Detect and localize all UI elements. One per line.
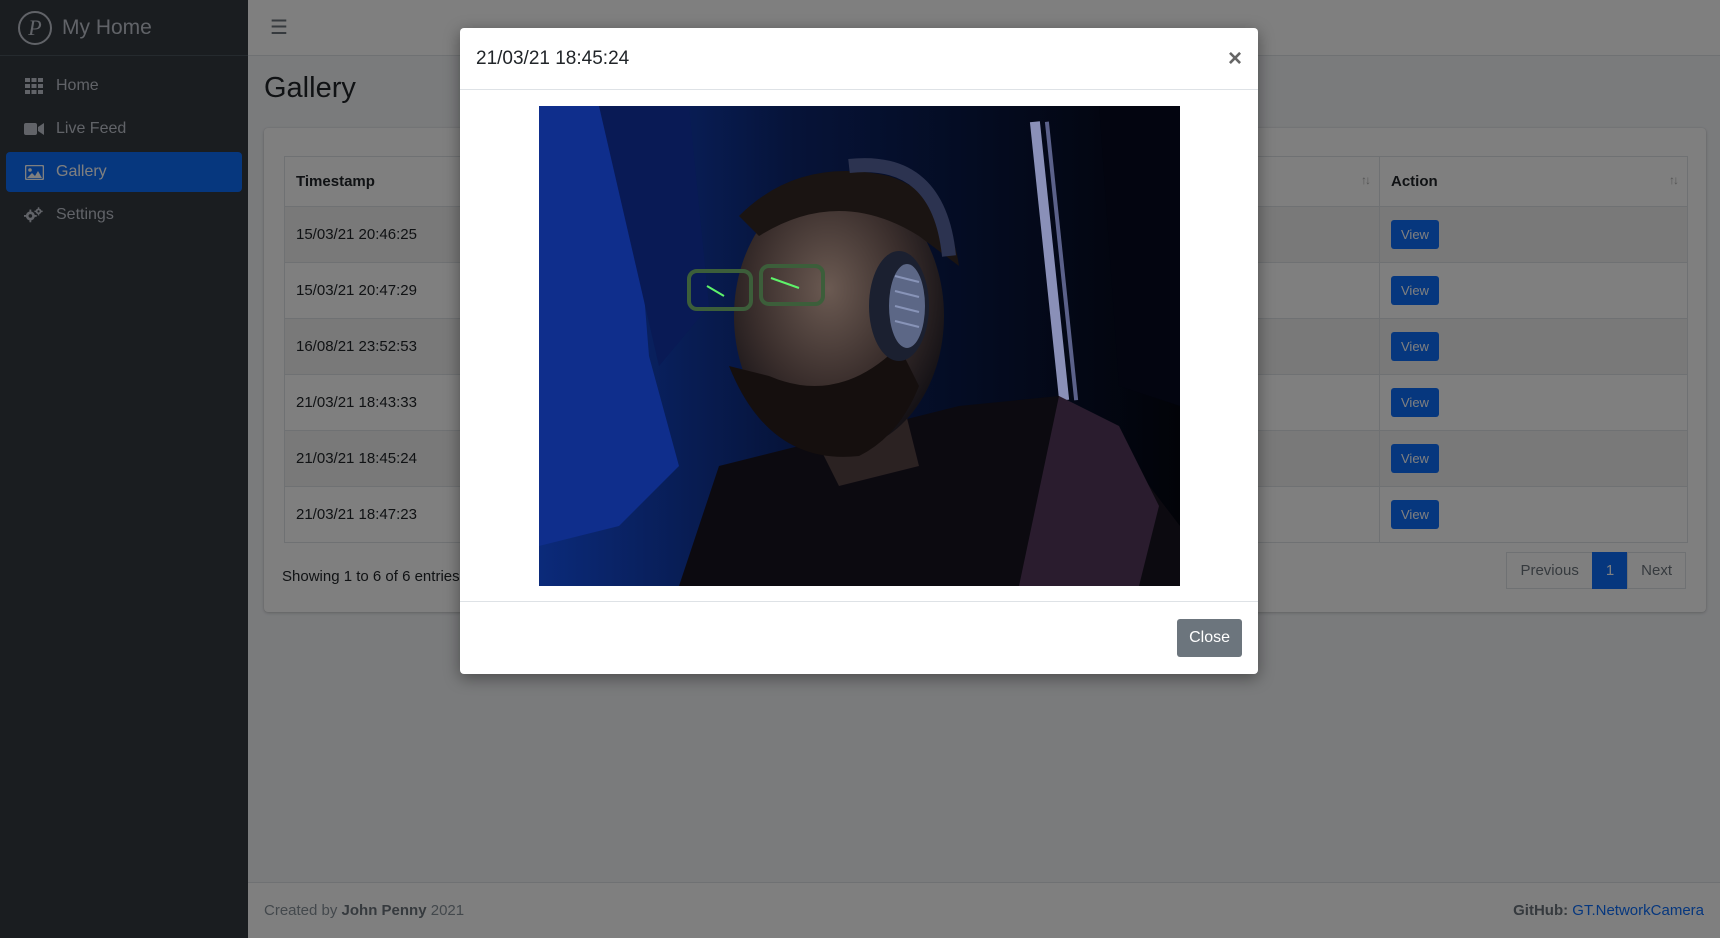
close-icon[interactable]: × [1228, 46, 1242, 71]
modal-body [460, 90, 1258, 602]
modal-footer: Close [460, 602, 1258, 674]
snapshot-modal: 21/03/21 18:45:24 × Close [460, 28, 1258, 674]
close-button[interactable]: Close [1177, 619, 1242, 657]
modal-title: 21/03/21 18:45:24 [476, 47, 630, 69]
camera-snapshot-image [539, 106, 1180, 586]
modal-header: 21/03/21 18:45:24 × [460, 28, 1258, 90]
